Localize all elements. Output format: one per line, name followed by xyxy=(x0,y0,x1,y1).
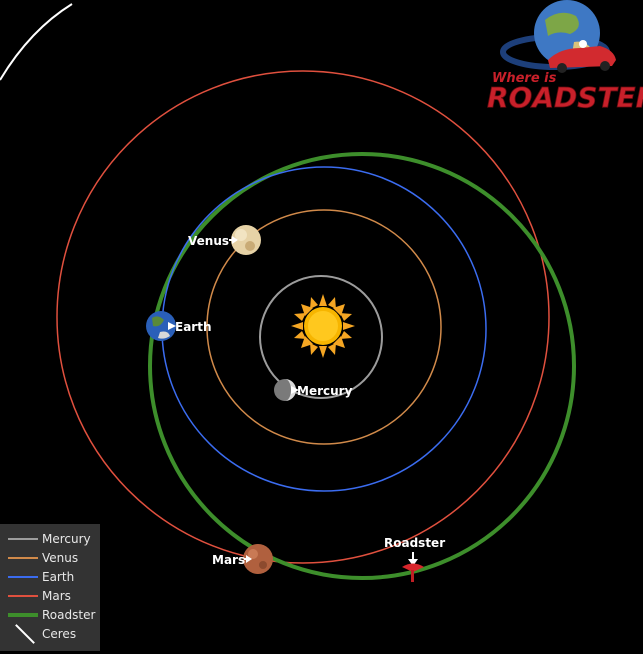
legend-label-ceres: Ceres xyxy=(42,626,77,641)
sun-icon xyxy=(291,294,355,358)
legend-label-venus: Venus xyxy=(42,550,79,565)
legend-swatch-ceres xyxy=(8,624,38,643)
legend-label-earth: Earth xyxy=(42,569,75,584)
legend-item-venus[interactable]: Venus xyxy=(0,548,100,567)
earth-planet[interactable]: Earth xyxy=(146,311,212,341)
earth-label: Earth xyxy=(175,320,212,334)
mercury-planet[interactable]: Mercury xyxy=(274,379,353,401)
legend-panel: Mercury Venus Earth Mars Roadster Ceres xyxy=(0,524,100,651)
legend-swatch-earth xyxy=(8,575,38,578)
mars-label: Mars xyxy=(212,553,245,567)
ceres-orbit xyxy=(0,3,73,81)
legend-item-mercury[interactable]: Mercury xyxy=(0,529,100,548)
legend-item-roadster[interactable]: Roadster xyxy=(0,605,100,624)
legend-item-ceres[interactable]: Ceres xyxy=(0,624,100,643)
legend-swatch-venus xyxy=(8,556,38,559)
legend-item-earth[interactable]: Earth xyxy=(0,567,100,586)
legend-swatch-roadster xyxy=(8,612,38,617)
legend-label-roadster: Roadster xyxy=(42,607,96,622)
svg-text:ROADSTER?: ROADSTER? xyxy=(487,81,643,114)
where-is-roadster-logo: Where is ROADSTER? xyxy=(487,0,643,114)
roadster-label: Roadster xyxy=(384,536,445,550)
legend-label-mars: Mars xyxy=(42,588,71,603)
mercury-label: Mercury xyxy=(297,384,353,398)
legend-swatch-mars xyxy=(8,594,38,597)
legend-label-mercury: Mercury xyxy=(42,531,91,546)
legend-swatch-mercury xyxy=(8,537,38,540)
venus-label: Venus xyxy=(188,234,229,248)
legend-item-mars[interactable]: Mars xyxy=(0,586,100,605)
